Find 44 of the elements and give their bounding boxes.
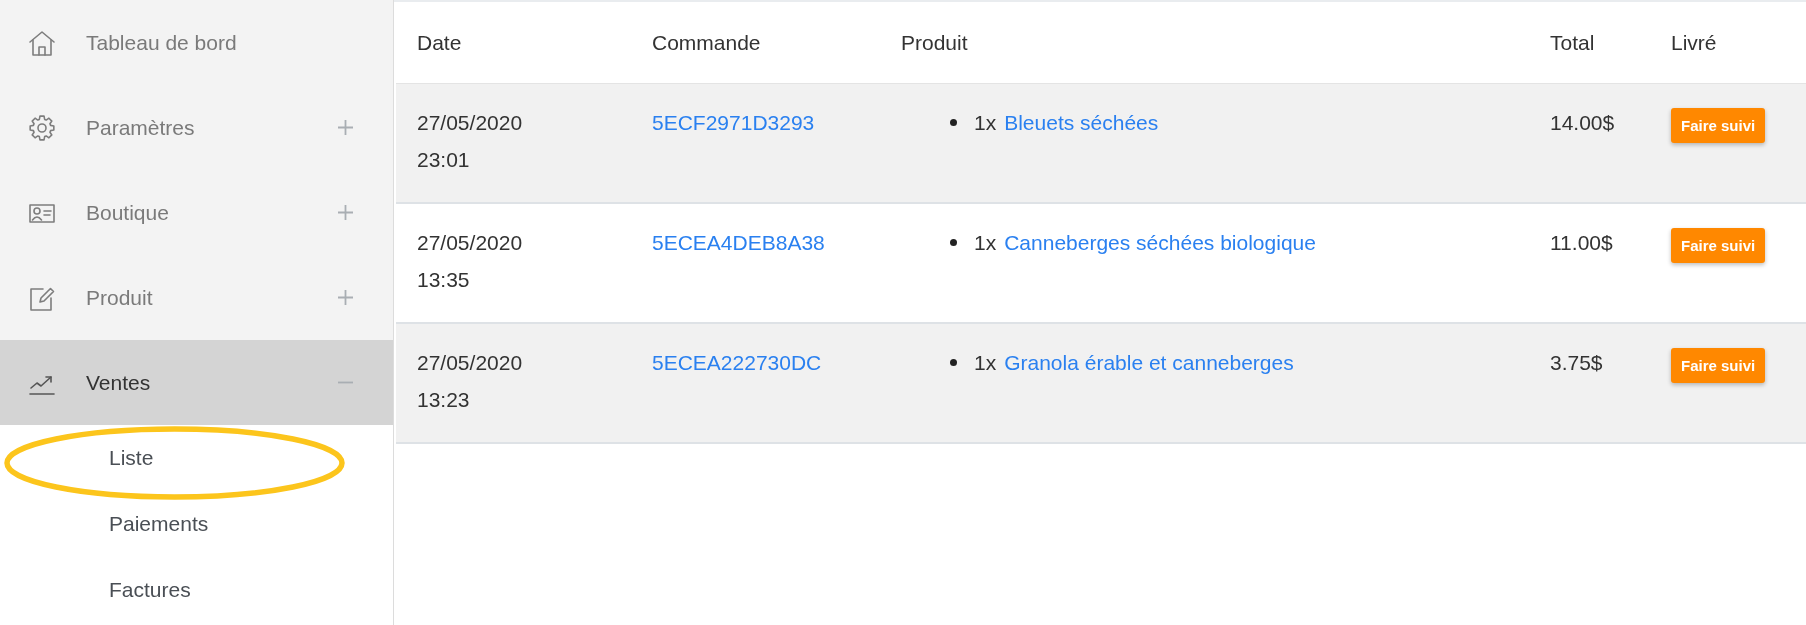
sidebar-item-label: Tableau de bord — [86, 30, 238, 55]
sidebar-item-label: Ventes — [86, 370, 152, 395]
date-text: 27/05/2020 13:35 — [417, 230, 524, 293]
order-link[interactable]: 5ECEA222730DC — [652, 351, 822, 374]
sidebar-item[interactable]: Produit — [0, 255, 393, 340]
sidebar-item[interactable]: Ventes — [0, 340, 393, 425]
total-text: 11.00$ — [1550, 231, 1613, 254]
column-header: Commande — [652, 30, 761, 55]
sidebar-item[interactable]: Tableau de bord — [0, 0, 393, 85]
order-link[interactable]: 5ECF2971D3293 — [652, 111, 815, 134]
quantity-text: 1x — [974, 350, 997, 376]
follow-up-button[interactable]: Faire suivi — [1671, 348, 1766, 383]
house-icon — [28, 28, 56, 57]
order-link[interactable]: 5ECEA4DEB8A38 — [652, 231, 825, 254]
product-link[interactable]: Bleuets séchées — [1004, 104, 1159, 141]
column-header: Date — [417, 30, 462, 55]
settings-icon — [28, 113, 56, 142]
submenu-item[interactable]: Paiements — [0, 491, 393, 557]
sidebar-item-label: Produit — [86, 285, 154, 310]
sidebar-item-label: Boutique — [86, 200, 170, 225]
date-text: 27/05/2020 23:01 — [417, 110, 524, 173]
total-text: 3.75$ — [1550, 351, 1603, 374]
plus-icon[interactable] — [338, 290, 353, 305]
sidebar-item[interactable]: Paramètres — [0, 85, 393, 170]
bullet-icon — [950, 119, 957, 126]
date-text: 27/05/2020 13:23 — [417, 350, 524, 413]
product-link[interactable]: Canneberges séchées biologique — [1004, 224, 1316, 261]
follow-up-button[interactable]: Faire suivi — [1671, 108, 1766, 143]
sidebar-item-label: Paramètres — [86, 115, 196, 140]
plus-icon[interactable] — [338, 120, 353, 135]
column-header: Livré — [1671, 30, 1717, 55]
quantity-text: 1x — [974, 230, 997, 256]
submenu-item[interactable]: Liste — [0, 425, 393, 491]
quantity-text: 1x — [974, 110, 997, 136]
bullet-icon — [950, 359, 957, 366]
plus-icon[interactable] — [338, 205, 353, 220]
submenu-item[interactable]: Factures — [0, 557, 393, 623]
column-header: Total — [1550, 30, 1595, 55]
bullet-icon — [950, 239, 957, 246]
total-text: 14.00$ — [1550, 111, 1615, 134]
follow-up-button[interactable]: Faire suivi — [1671, 228, 1766, 263]
sidebar-item[interactable]: Boutique — [0, 170, 393, 255]
column-header: Produit — [901, 30, 968, 55]
product-link[interactable]: Granola érable et canneberges — [1004, 344, 1294, 381]
